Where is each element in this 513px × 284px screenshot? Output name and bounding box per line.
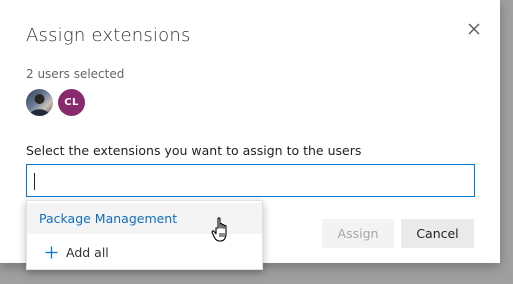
extension-suggestions-dropdown: Package Management Add all [26,200,263,270]
close-icon [468,23,480,35]
text-caret [34,173,35,190]
assign-button[interactable]: Assign [322,219,394,248]
user-initials-avatar: CL [58,89,85,116]
close-button[interactable] [464,19,484,39]
user-photo-avatar [26,89,53,116]
cancel-button[interactable]: Cancel [401,219,474,248]
selected-users-avatars: CL [26,89,85,119]
add-all-button[interactable]: Add all [27,237,262,267]
extension-search-field[interactable] [26,164,475,197]
person-silhouette-icon [29,94,50,116]
selected-users-count: 2 users selected [26,67,125,81]
plus-icon [45,246,58,259]
instruction-label: Select the extensions you want to assign… [26,143,362,158]
add-all-label: Add all [66,244,109,260]
dialog-title: Assign extensions [26,25,191,46]
suggestion-item-package-management[interactable]: Package Management [27,203,262,234]
extension-search-input[interactable] [27,165,474,196]
